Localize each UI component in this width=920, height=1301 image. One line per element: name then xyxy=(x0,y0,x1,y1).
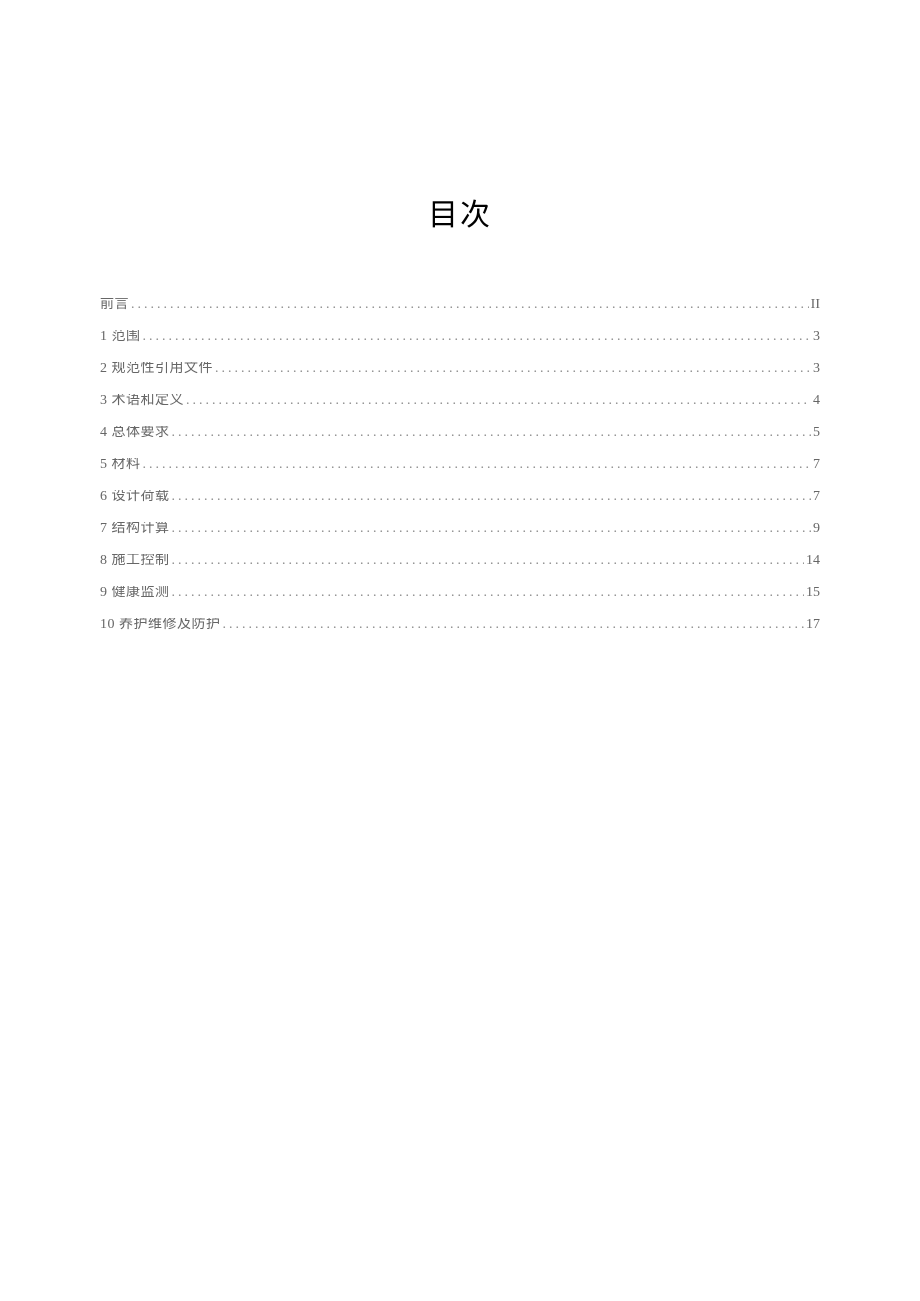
toc-entry-page: 15 xyxy=(806,586,820,600)
toc-entry: 5 材料 7 xyxy=(100,458,820,472)
toc-entry-label: 10 养护维修及防护 xyxy=(100,618,221,632)
toc-entry-page: 3 xyxy=(813,362,820,376)
toc-entry: 7 结构计算 9 xyxy=(100,522,820,536)
toc-entry-label: 7 结构计算 xyxy=(100,522,170,536)
toc-entry-page: 4 xyxy=(813,394,820,408)
toc-leader-dots xyxy=(172,554,805,568)
toc-entry-label: 前言 xyxy=(100,298,129,312)
toc-entry: 10 养护维修及防护 17 xyxy=(100,618,820,632)
toc-entry-page: 14 xyxy=(806,554,820,568)
table-of-contents: 前言 II 1 范围 3 2 规范性引用文件 3 3 术语和定义 4 4 总体要… xyxy=(100,298,820,632)
toc-leader-dots xyxy=(172,522,812,536)
toc-entry: 1 范围 3 xyxy=(100,330,820,344)
toc-entry-page: II xyxy=(811,298,820,312)
toc-leader-dots xyxy=(172,490,812,504)
toc-entry: 6 设计荷载 7 xyxy=(100,490,820,504)
toc-entry: 2 规范性引用文件 3 xyxy=(100,362,820,376)
toc-entry-page: 5 xyxy=(813,426,820,440)
toc-entry-label: 6 设计荷载 xyxy=(100,490,170,504)
toc-leader-dots xyxy=(186,394,811,408)
toc-entry-label: 9 健康监测 xyxy=(100,586,170,600)
document-page: 目次 前言 II 1 范围 3 2 规范性引用文件 3 3 术语和定义 4 4 … xyxy=(0,0,920,1301)
toc-entry-label: 3 术语和定义 xyxy=(100,394,184,408)
toc-entry-label: 8 施工控制 xyxy=(100,554,170,568)
toc-title: 目次 xyxy=(100,190,820,234)
toc-leader-dots xyxy=(172,586,805,600)
toc-entry-label: 2 规范性引用文件 xyxy=(100,362,213,376)
toc-entry: 前言 II xyxy=(100,298,820,312)
toc-entry-page: 7 xyxy=(813,490,820,504)
toc-entry: 8 施工控制 14 xyxy=(100,554,820,568)
toc-entry: 4 总体要求 5 xyxy=(100,426,820,440)
toc-entry-page: 17 xyxy=(806,618,820,632)
toc-entry-page: 9 xyxy=(813,522,820,536)
toc-leader-dots xyxy=(143,330,812,344)
toc-entry-label: 1 范围 xyxy=(100,330,141,344)
toc-leader-dots xyxy=(215,362,811,376)
toc-leader-dots xyxy=(223,618,805,632)
toc-entry: 3 术语和定义 4 xyxy=(100,394,820,408)
toc-entry: 9 健康监测 15 xyxy=(100,586,820,600)
toc-leader-dots xyxy=(143,458,812,472)
toc-leader-dots xyxy=(172,426,812,440)
toc-entry-page: 3 xyxy=(813,330,820,344)
toc-entry-label: 5 材料 xyxy=(100,458,141,472)
toc-entry-page: 7 xyxy=(813,458,820,472)
toc-entry-label: 4 总体要求 xyxy=(100,426,170,440)
toc-leader-dots xyxy=(131,298,809,312)
